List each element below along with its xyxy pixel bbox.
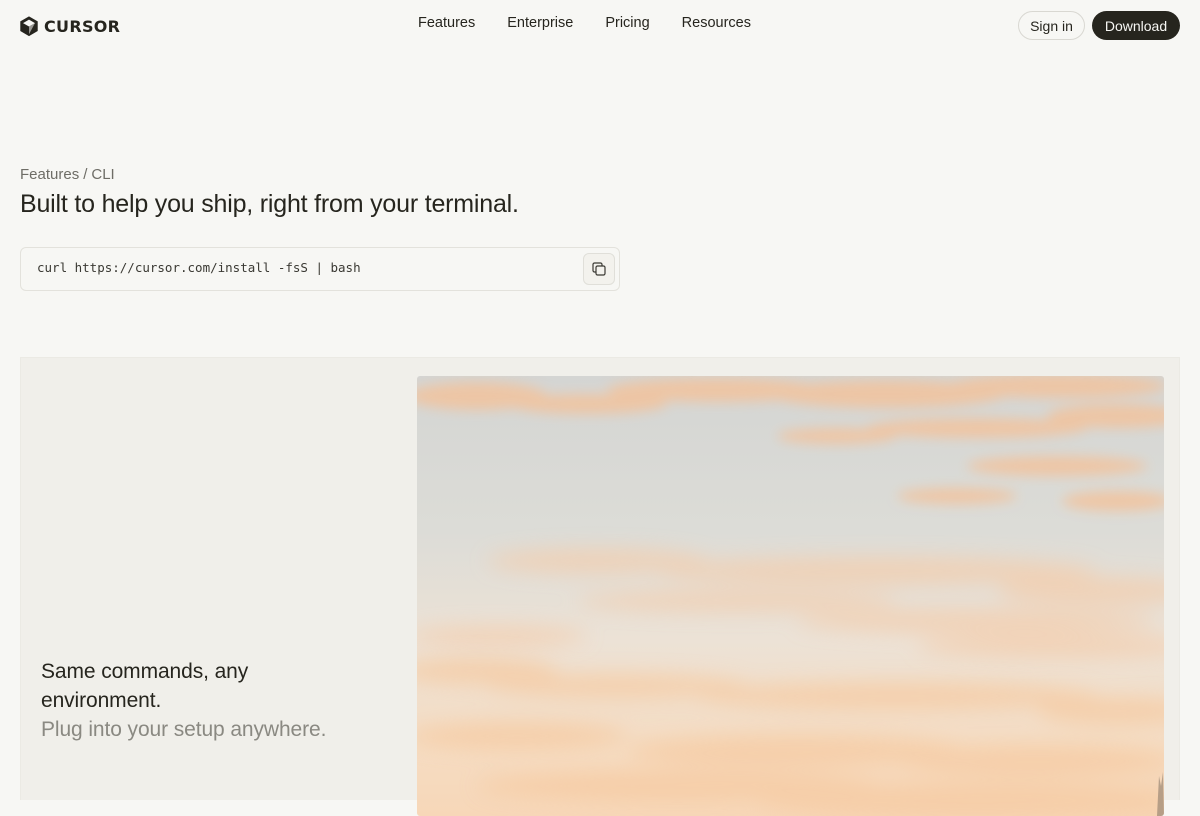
nav-item-pricing[interactable]: Pricing xyxy=(605,15,649,31)
cube-logo-icon xyxy=(20,16,38,37)
page-title: Built to help you ship, right from your … xyxy=(20,190,519,218)
copy-icon xyxy=(592,262,606,276)
install-command-box: curl https://cursor.com/install -fsS | b… xyxy=(20,247,620,291)
nav-item-resources[interactable]: Resources xyxy=(682,15,751,31)
breadcrumb-features-link[interactable]: Features xyxy=(20,166,79,183)
feature-text: Same commands, any environment. Plug int… xyxy=(41,657,371,744)
logo-text: CURSOR xyxy=(44,16,121,36)
feature-panel: Same commands, any environment. Plug int… xyxy=(20,357,1180,816)
logo[interactable]: CURSOR xyxy=(18,14,120,38)
site-header: CURSOR Features Enterprise Pricing Resou… xyxy=(0,0,1200,50)
nav-item-features[interactable]: Features xyxy=(418,15,475,31)
breadcrumb: Features / CLI xyxy=(20,166,115,183)
nav-item-enterprise[interactable]: Enterprise xyxy=(507,15,573,31)
sunset-sky-image xyxy=(417,376,1164,816)
download-button[interactable]: Download xyxy=(1092,11,1180,40)
main-nav: Features Enterprise Pricing Resources xyxy=(418,15,751,31)
install-command-text[interactable]: curl https://cursor.com/install -fsS | b… xyxy=(37,260,361,275)
breadcrumb-separator: / xyxy=(83,166,88,183)
feature-subheading: Plug into your setup anywhere. xyxy=(41,718,327,741)
sign-in-button[interactable]: Sign in xyxy=(1018,11,1085,40)
breadcrumb-current: CLI xyxy=(91,166,115,183)
feature-heading: Same commands, any environment. xyxy=(41,660,249,712)
copy-button[interactable] xyxy=(583,253,615,285)
